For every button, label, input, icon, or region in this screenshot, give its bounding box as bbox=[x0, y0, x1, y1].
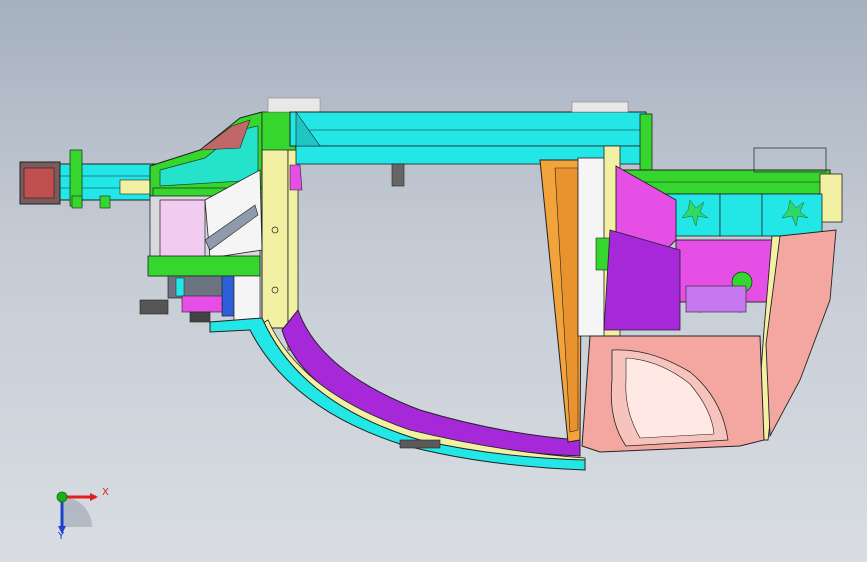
y-axis-label: Y bbox=[58, 531, 65, 542]
car-body-side-frame-model[interactable] bbox=[0, 0, 867, 562]
coordinate-triad bbox=[56, 491, 98, 534]
x-axis-label: X bbox=[102, 487, 109, 498]
rear-cyan-panels[interactable] bbox=[659, 193, 823, 237]
cad-viewport[interactable]: X Y bbox=[0, 0, 867, 562]
front-rail[interactable] bbox=[19, 149, 156, 209]
